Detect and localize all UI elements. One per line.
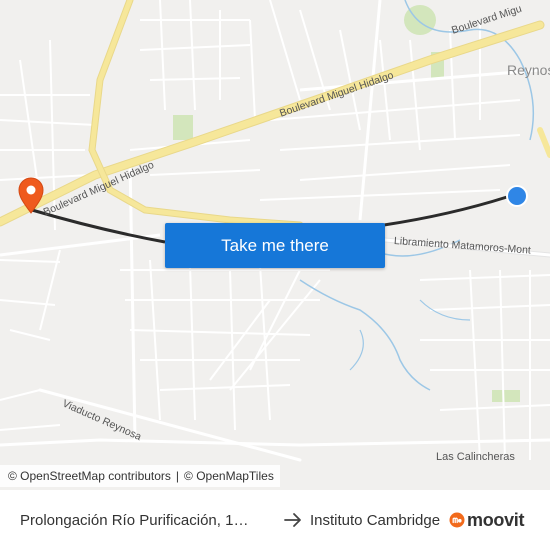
route-line [383,195,508,227]
destination-name: Instituto Cambridge [310,511,441,529]
map[interactable]: Reynosa Boulevard Miguel Hidalgo Bouleva… [0,0,550,490]
river [299,0,535,391]
park-area [173,115,193,140]
arrow-right-icon [284,513,301,527]
river [349,299,471,371]
origin-stop-name: Prolongación Río Purificación, 1… [20,511,249,529]
page: Reynosa Boulevard Miguel Hidalgo Bouleva… [0,0,550,550]
osm-attribution-link[interactable]: © OpenStreetMap contributors [8,469,171,483]
moovit-logo[interactable]: moovit [449,509,525,531]
park-area [492,390,520,402]
take-me-there-button[interactable]: Take me there [165,223,385,268]
map-attribution: © OpenStreetMap contributors | © OpenMap… [0,465,280,487]
route-footer: Prolongación Río Purificación, 1… Instit… [0,490,550,550]
city-label: Reynosa [507,62,550,78]
moovit-logo-icon [449,512,465,528]
omt-attribution-link[interactable]: © OpenMapTiles [184,469,274,483]
moovit-wordmark: moovit [467,509,525,530]
attribution-separator: | [175,469,180,483]
place-label: Las Calincheras [436,451,515,463]
origin-dot-icon[interactable] [506,185,528,207]
